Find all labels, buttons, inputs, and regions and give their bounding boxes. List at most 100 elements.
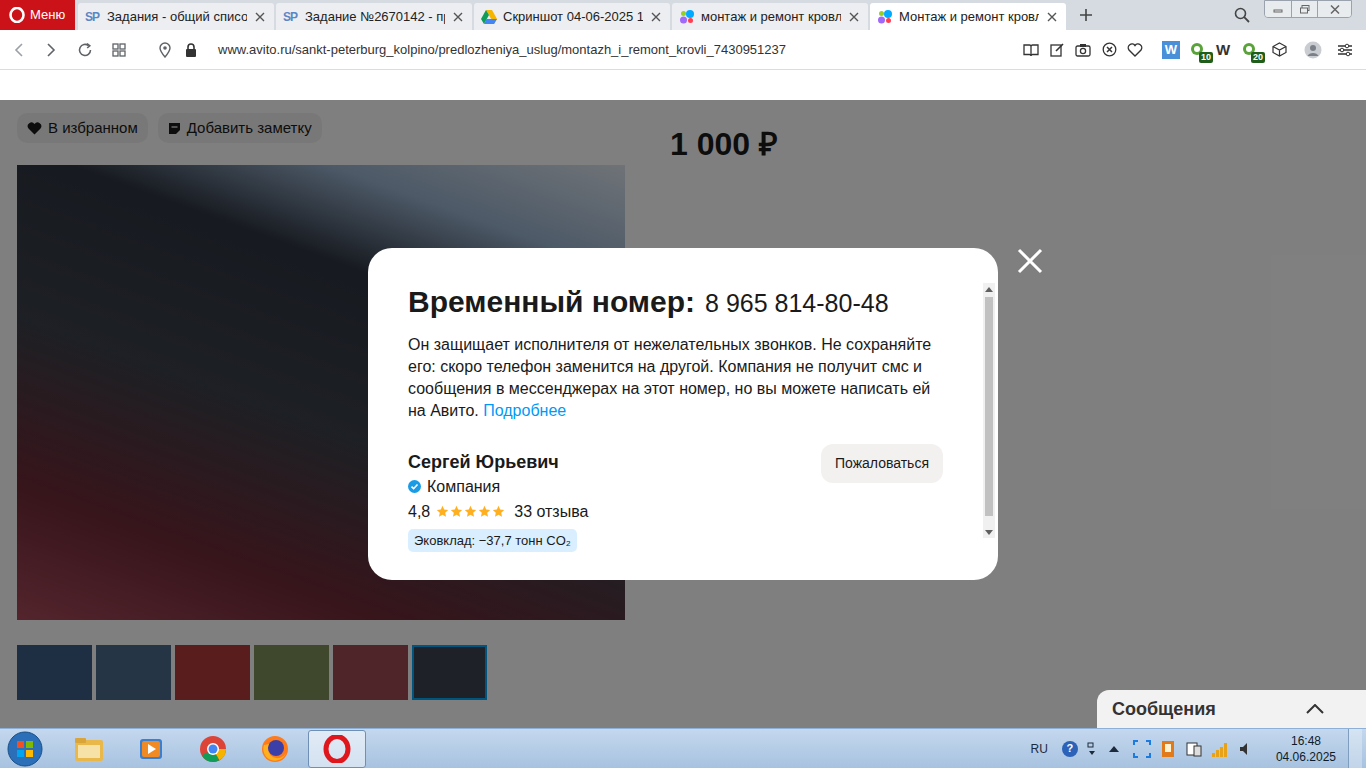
capture-icon[interactable] xyxy=(1132,739,1152,759)
device-icon[interactable] xyxy=(1184,739,1204,759)
camera-icon[interactable] xyxy=(1070,37,1096,63)
scroll-up-icon[interactable] xyxy=(983,283,995,295)
help-icon[interactable]: ? xyxy=(1062,741,1078,757)
close-window-icon[interactable] xyxy=(1317,1,1351,17)
speed-dial-icon[interactable] xyxy=(106,37,132,63)
close-tab-icon[interactable] xyxy=(253,10,267,24)
report-button[interactable]: Пожаловаться xyxy=(821,444,943,483)
heart-icon[interactable] xyxy=(1122,37,1148,63)
volume-icon[interactable] xyxy=(1236,739,1256,759)
avito-icon xyxy=(679,9,695,25)
extension-label: W xyxy=(1216,42,1230,57)
close-tab-icon[interactable] xyxy=(649,10,663,24)
edit-icon[interactable] xyxy=(1044,37,1070,63)
tab-label: Скриншот 04-06-2025 160 xyxy=(503,7,643,27)
seller-name[interactable]: Сергей Юрьевич xyxy=(408,450,588,474)
flag-icon[interactable] xyxy=(1158,739,1178,759)
clock[interactable]: 16:4804.06.2025 xyxy=(1276,733,1336,765)
tab-label: Задание №2670142 - про xyxy=(305,7,445,27)
browser-tab[interactable]: Монтаж и ремонт кровли xyxy=(870,3,1066,30)
extension-button[interactable]: 20 xyxy=(1236,37,1262,63)
window-controls xyxy=(1264,0,1352,18)
restore-icon[interactable] xyxy=(1291,1,1317,17)
rating-row: 4,8 33 отзыва xyxy=(408,500,588,524)
seller-type: Компания xyxy=(408,475,588,499)
close-dialog-icon[interactable] xyxy=(1016,247,1044,275)
extension-button[interactable]: W xyxy=(1158,37,1184,63)
dialog-description: Он защищает исполнителя от нежелательных… xyxy=(408,334,938,422)
address-bar: www.avito.ru/sankt-peterburg_kolpino/pre… xyxy=(0,30,1366,70)
forward-icon[interactable] xyxy=(38,37,64,63)
avito-icon xyxy=(877,9,893,25)
back-icon[interactable] xyxy=(6,37,32,63)
menu-button[interactable]: Меню xyxy=(0,0,75,30)
seller-row: Сергей ЮрьевичКомпания4,833 отзываЭковкл… xyxy=(408,450,971,553)
extension-badge: 20 xyxy=(1251,52,1265,63)
taskbar: RU? 16:4804.06.2025 xyxy=(0,728,1366,768)
seller-type-label: Компания xyxy=(427,475,500,499)
tab-label: монтаж и ремонт кровли xyxy=(701,7,841,27)
opera-icon xyxy=(323,735,351,763)
tab-label: Монтаж и ремонт кровли xyxy=(899,7,1039,27)
show-desktop-button[interactable] xyxy=(1348,729,1362,768)
language-options-icon[interactable] xyxy=(1084,741,1100,757)
drive-icon xyxy=(481,9,497,25)
lock-icon[interactable] xyxy=(178,37,204,63)
scroll-track xyxy=(983,295,995,526)
start-button-icon[interactable] xyxy=(0,729,50,768)
messages-panel[interactable]: Сообщения xyxy=(1097,690,1366,728)
extension-button[interactable]: W xyxy=(1210,37,1236,63)
show-hidden-icon[interactable] xyxy=(1106,741,1122,757)
star-icon xyxy=(478,505,491,518)
tab-label: Задания - общий список s xyxy=(107,7,247,27)
star-icon xyxy=(436,505,449,518)
close-tab-icon[interactable] xyxy=(451,10,465,24)
tab-list: SPЗадания - общий список s SP Задание №267… xyxy=(75,0,1066,30)
browser-tab[interactable]: SP Задание №2670142 - про xyxy=(276,3,472,30)
taskbar-app[interactable] xyxy=(308,730,366,768)
taskbar-app[interactable] xyxy=(60,730,118,768)
taskbar-apps xyxy=(60,730,366,768)
close-tab-icon[interactable] xyxy=(1045,10,1059,24)
browser-tab[interactable]: Скриншот 04-06-2025 160 xyxy=(474,3,670,30)
star-rating xyxy=(436,505,505,518)
scrollbar xyxy=(983,283,995,538)
network-icon[interactable] xyxy=(1210,739,1230,759)
star-icon xyxy=(464,505,477,518)
extension-label: W xyxy=(1162,41,1180,59)
wallet-icon[interactable] xyxy=(1266,37,1292,63)
new-tab-icon[interactable] xyxy=(1072,0,1100,30)
seller-info: Сергей ЮрьевичКомпания4,833 отзываЭковкл… xyxy=(408,450,588,553)
minimize-icon[interactable] xyxy=(1265,1,1291,17)
more-link[interactable]: Подробнее xyxy=(483,402,566,419)
easy-setup-icon[interactable] xyxy=(1332,37,1358,63)
web-page: В избранномДобавить заметку1 000 ₽Времен… xyxy=(0,70,1366,728)
rating-value: 4,8 xyxy=(408,500,430,524)
browser-tab[interactable]: монтаж и ремонт кровли xyxy=(672,3,868,30)
scroll-thumb[interactable] xyxy=(985,297,993,516)
extension-button[interactable]: 10 xyxy=(1184,37,1210,63)
taskbar-app[interactable] xyxy=(122,730,180,768)
reader-icon[interactable] xyxy=(1018,37,1044,63)
dialog-content: Временный номер:8 965 814-80-48Он защища… xyxy=(408,283,971,580)
reload-icon[interactable] xyxy=(72,37,98,63)
clock-date: 04.06.2025 xyxy=(1276,749,1336,765)
sp-logo-icon: SP xyxy=(283,11,299,23)
reviews-link[interactable]: 33 отзыва xyxy=(514,500,588,524)
phone-dialog: Временный номер:8 965 814-80-48Он защища… xyxy=(368,248,998,580)
scroll-down-icon[interactable] xyxy=(983,526,995,538)
taskbar-app[interactable] xyxy=(184,730,242,768)
language-indicator[interactable]: RU xyxy=(1031,740,1048,758)
profile-icon[interactable] xyxy=(1300,37,1326,63)
browser-tab[interactable]: SPЗадания - общий список s xyxy=(78,3,274,30)
star-icon xyxy=(450,505,463,518)
chevron-up-icon[interactable] xyxy=(1306,704,1324,714)
location-icon[interactable] xyxy=(152,37,178,63)
tab-strip: МенюSPЗадания - общий список s SP Задание … xyxy=(0,0,1366,30)
search-icon[interactable] xyxy=(1230,0,1254,30)
block-icon[interactable] xyxy=(1096,37,1122,63)
phone-number[interactable]: 8 965 814-80-48 xyxy=(705,285,888,323)
close-tab-icon[interactable] xyxy=(847,10,861,24)
url-text[interactable]: www.avito.ru/sankt-peterburg_kolpino/pre… xyxy=(218,40,786,60)
taskbar-app[interactable] xyxy=(246,730,304,768)
